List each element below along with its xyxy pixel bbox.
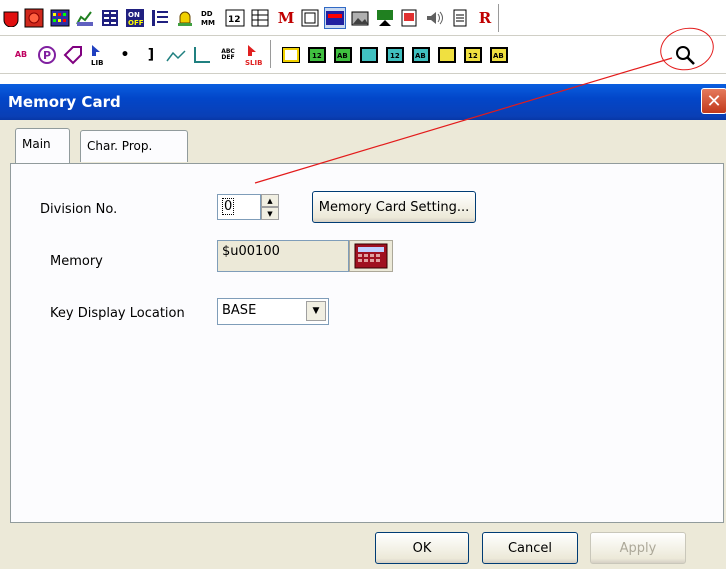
- svg-text:12: 12: [312, 52, 322, 60]
- p-circle-icon[interactable]: P: [36, 44, 58, 66]
- svg-text:P: P: [43, 49, 51, 62]
- date-time-icon[interactable]: DD MM: [199, 7, 221, 29]
- memory-card-setting-button[interactable]: Memory Card Setting...: [312, 191, 476, 223]
- alarm-bell-icon[interactable]: [174, 7, 196, 29]
- memory-label: Memory: [50, 254, 103, 269]
- svg-text:AB: AB: [337, 52, 348, 60]
- corner-line-icon[interactable]: [191, 44, 213, 66]
- sound-icon[interactable]: [424, 7, 446, 29]
- spin-up-button[interactable]: ▲: [261, 194, 279, 207]
- cancel-label: Cancel: [507, 540, 553, 556]
- ok-button[interactable]: OK: [375, 532, 469, 564]
- division-no-value: 0: [222, 198, 235, 215]
- svg-text:LIB: LIB: [91, 59, 103, 66]
- svg-text:ON: ON: [128, 11, 140, 19]
- graph-icon[interactable]: [74, 7, 96, 29]
- key-12-yellow-icon[interactable]: 12: [462, 44, 484, 66]
- division-no-label: Division No.: [40, 202, 118, 217]
- key-display-location-value: BASE: [222, 303, 257, 318]
- tab-main-label: Main: [22, 137, 51, 151]
- parts-icon[interactable]: [374, 7, 396, 29]
- lib-icon[interactable]: LIB: [88, 44, 110, 66]
- on-off-icon[interactable]: ON OFF: [124, 7, 146, 29]
- key-ab-teal-icon[interactable]: AB: [410, 44, 432, 66]
- key-12-green-icon[interactable]: 12: [306, 44, 328, 66]
- toolbar-separator: [498, 4, 500, 32]
- svg-text:MM: MM: [201, 19, 215, 27]
- memory-value: $u00100: [222, 244, 280, 259]
- switch-icon[interactable]: [23, 7, 45, 29]
- picture-icon[interactable]: [349, 7, 371, 29]
- dialog-titlebar[interactable]: Memory Card: [0, 84, 726, 120]
- cancel-button[interactable]: Cancel: [482, 532, 578, 564]
- svg-text:DD: DD: [201, 10, 213, 18]
- key-display-location-select[interactable]: BASE ▼: [217, 298, 329, 325]
- tag-icon[interactable]: [62, 44, 84, 66]
- memory-field[interactable]: $u00100: [217, 240, 349, 272]
- monitor-icon[interactable]: [324, 7, 346, 29]
- bar-list-icon[interactable]: [99, 7, 121, 29]
- data-table-icon[interactable]: [249, 7, 271, 29]
- memory-card-dialog: Memory Card ✕ Main Char. Prop. Division …: [0, 84, 726, 569]
- key-12-teal-icon[interactable]: 12: [384, 44, 406, 66]
- toolbar-row-2: AB P LIB • ] ABC DEF SLIB 12 AB 12 AB 12: [0, 36, 726, 74]
- tab-main[interactable]: Main: [15, 128, 70, 163]
- chevron-down-icon[interactable]: ▼: [306, 301, 326, 321]
- trend-line-icon[interactable]: [165, 44, 187, 66]
- apply-button[interactable]: Apply: [590, 532, 686, 564]
- ok-label: OK: [412, 540, 432, 556]
- tab-char-prop-label: Char. Prop.: [87, 139, 153, 153]
- key-blank-yellow-2-icon[interactable]: [436, 44, 458, 66]
- key-blank-yellow-icon[interactable]: [280, 44, 302, 66]
- key-blank-teal-icon[interactable]: [358, 44, 380, 66]
- key-ab-green-icon[interactable]: AB: [332, 44, 354, 66]
- spin-down-button[interactable]: ▼: [261, 207, 279, 220]
- message-icon[interactable]: M: [275, 7, 297, 29]
- recipe-icon[interactable]: R: [474, 7, 496, 29]
- key-ab-yellow-icon[interactable]: AB: [488, 44, 510, 66]
- memory-card-setting-label: Memory Card Setting...: [318, 199, 470, 215]
- char-display-icon[interactable]: AB: [10, 44, 32, 66]
- report-icon[interactable]: [399, 7, 421, 29]
- memory-picker-button[interactable]: [349, 240, 393, 272]
- list-icon[interactable]: [149, 7, 171, 29]
- document-icon[interactable]: [449, 7, 471, 29]
- svg-text:AB: AB: [415, 52, 426, 60]
- close-icon: ✕: [706, 90, 722, 112]
- dialog-title: Memory Card: [8, 93, 121, 111]
- division-no-input[interactable]: 0: [217, 194, 261, 220]
- toolbar-row-1: ON OFF DD MM 12 M R: [0, 0, 726, 36]
- key-display-location-label: Key Display Location: [50, 306, 185, 321]
- svg-text:SLIB: SLIB: [245, 59, 262, 66]
- slib-icon[interactable]: SLIB: [244, 44, 266, 66]
- apply-label: Apply: [619, 540, 657, 556]
- keypad-icon: [354, 243, 388, 269]
- svg-text:12: 12: [228, 15, 241, 25]
- numeric-input-icon[interactable]: 12: [224, 7, 246, 29]
- svg-text:12: 12: [468, 52, 478, 60]
- svg-text:OFF: OFF: [128, 19, 144, 27]
- toolbar-separator: [270, 40, 272, 68]
- lamp-icon[interactable]: [0, 7, 22, 29]
- tab-char-prop[interactable]: Char. Prop.: [80, 130, 188, 162]
- dot-icon[interactable]: •: [114, 44, 136, 66]
- window-icon[interactable]: [299, 7, 321, 29]
- bracket-icon[interactable]: ]: [140, 44, 162, 66]
- abc-def-icon[interactable]: ABC DEF: [217, 44, 239, 66]
- close-button[interactable]: ✕: [701, 88, 726, 114]
- grid-display-icon[interactable]: [49, 7, 71, 29]
- svg-text:12: 12: [390, 52, 400, 60]
- svg-text:AB: AB: [493, 52, 504, 60]
